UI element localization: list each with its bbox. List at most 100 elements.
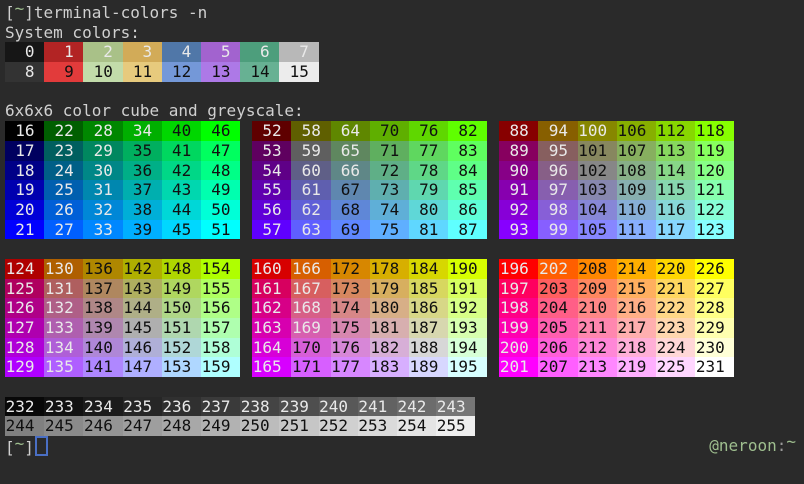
- color-cell-32: 32: [83, 200, 122, 220]
- color-row: 129 135 141 147 153 159: [5, 357, 240, 377]
- color-cell-2: 2: [83, 42, 122, 62]
- color-cell-163: 163: [252, 318, 291, 338]
- color-cell-34: 34: [123, 121, 162, 141]
- color-cell-255: 255: [436, 416, 475, 436]
- color-cell-146: 146: [123, 338, 162, 358]
- color-cell-105: 105: [578, 220, 617, 240]
- color-cell-6: 6: [240, 42, 279, 62]
- color-cell-88: 88: [499, 121, 538, 141]
- color-cell-14: 14: [240, 62, 279, 82]
- color-cell-232: 232: [5, 397, 44, 417]
- color-cell-22: 22: [44, 121, 83, 141]
- color-cell-187: 187: [409, 318, 448, 338]
- color-cell-243: 243: [436, 397, 475, 417]
- color-cell-181: 181: [370, 318, 409, 338]
- color-cell-177: 177: [331, 357, 370, 377]
- status-separator: :: [777, 436, 787, 455]
- color-cell-103: 103: [578, 180, 617, 200]
- color-cell-131: 131: [44, 279, 83, 299]
- prompt-bracket-close: ]: [24, 3, 34, 22]
- color-row: 56 62 68 74 80 86: [252, 200, 487, 220]
- color-cell-220: 220: [656, 259, 695, 279]
- color-row: 162 168 174 180 186 192: [252, 298, 487, 318]
- greyscale-grid: 232 233 234 235 236 237 238 239 240 241 …: [5, 397, 804, 436]
- color-row: 124 130 136 142 148 154: [5, 259, 240, 279]
- color-cell-151: 151: [162, 318, 201, 338]
- color-cell-180: 180: [370, 298, 409, 318]
- color-cell-147: 147: [123, 357, 162, 377]
- cube-heading: 6x6x6 color cube and greyscale:: [5, 101, 804, 121]
- color-cell-139: 139: [83, 318, 122, 338]
- color-row: 21 27 33 39 45 51: [5, 220, 240, 240]
- color-cell-183: 183: [370, 357, 409, 377]
- color-row: 160 166 172 178 184 190: [252, 259, 487, 279]
- color-row: 125 131 137 143 149 155: [5, 279, 240, 299]
- color-cell-97: 97: [538, 180, 577, 200]
- color-cell-104: 104: [578, 200, 617, 220]
- color-row: 88 94 100 106 112 118: [499, 121, 734, 141]
- color-cell-96: 96: [538, 161, 577, 181]
- color-cell-129: 129: [5, 357, 44, 377]
- color-cell-108: 108: [617, 161, 656, 181]
- color-cell-136: 136: [83, 259, 122, 279]
- color-cell-26: 26: [44, 200, 83, 220]
- color-cell-56: 56: [252, 200, 291, 220]
- color-cell-165: 165: [252, 357, 291, 377]
- color-cell-224: 224: [656, 338, 695, 358]
- color-cell-140: 140: [83, 338, 122, 358]
- color-row: 165 171 177 183 189 195: [252, 357, 487, 377]
- color-cell-121: 121: [695, 180, 734, 200]
- color-cell-244: 244: [5, 416, 44, 436]
- color-row: 164 170 176 182 188 194: [252, 338, 487, 358]
- color-cell-5: 5: [201, 42, 240, 62]
- color-cell-158: 158: [201, 338, 240, 358]
- terminal-window[interactable]: [~]terminal-colors -n System colors: 0 1…: [0, 0, 804, 484]
- color-cell-63: 63: [291, 220, 330, 240]
- color-row: 161 167 173 179 185 191: [252, 279, 487, 299]
- color-cell-200: 200: [499, 338, 538, 358]
- color-cell-209: 209: [578, 279, 617, 299]
- color-cell-212: 212: [578, 338, 617, 358]
- cube-band-2: 124 130 136 142 148 154 125 131 137 143 …: [5, 259, 804, 377]
- color-cell-52: 52: [252, 121, 291, 141]
- color-cell-210: 210: [578, 298, 617, 318]
- command-line: [~]terminal-colors -n: [5, 3, 804, 23]
- color-cell-251: 251: [279, 416, 318, 436]
- color-cell-242: 242: [397, 397, 436, 417]
- color-row: 201 207 213 219 225 231: [499, 357, 734, 377]
- color-row: 57 63 69 75 81 87: [252, 220, 487, 240]
- color-row: 8 9 10 11 12 13 14 15: [5, 62, 804, 82]
- color-cell-191: 191: [448, 279, 487, 299]
- color-cell-150: 150: [162, 298, 201, 318]
- color-row: 93 99 105 111 117 123: [499, 220, 734, 240]
- color-cell-144: 144: [123, 298, 162, 318]
- color-cell-214: 214: [617, 259, 656, 279]
- color-cell-73: 73: [370, 180, 409, 200]
- color-cell-171: 171: [291, 357, 330, 377]
- color-cell-47: 47: [201, 141, 240, 161]
- color-cell-161: 161: [252, 279, 291, 299]
- color-cell-61: 61: [291, 180, 330, 200]
- color-cell-37: 37: [123, 180, 162, 200]
- color-cell-125: 125: [5, 279, 44, 299]
- color-cell-193: 193: [448, 318, 487, 338]
- color-cell-245: 245: [44, 416, 83, 436]
- color-cell-186: 186: [409, 298, 448, 318]
- color-cell-98: 98: [538, 200, 577, 220]
- color-cell-197: 197: [499, 279, 538, 299]
- color-cell-199: 199: [499, 318, 538, 338]
- color-cell-17: 17: [5, 141, 44, 161]
- color-cell-38: 38: [123, 200, 162, 220]
- color-row: 16 22 28 34 40 46: [5, 121, 240, 141]
- color-cell-27: 27: [44, 220, 83, 240]
- color-cell-49: 49: [201, 180, 240, 200]
- color-cell-12: 12: [162, 62, 201, 82]
- color-cell-149: 149: [162, 279, 201, 299]
- color-cell-141: 141: [83, 357, 122, 377]
- color-cell-65: 65: [331, 141, 370, 161]
- color-cell-172: 172: [331, 259, 370, 279]
- color-cell-211: 211: [578, 318, 617, 338]
- color-cell-86: 86: [448, 200, 487, 220]
- color-cell-206: 206: [538, 338, 577, 358]
- color-cell-112: 112: [656, 121, 695, 141]
